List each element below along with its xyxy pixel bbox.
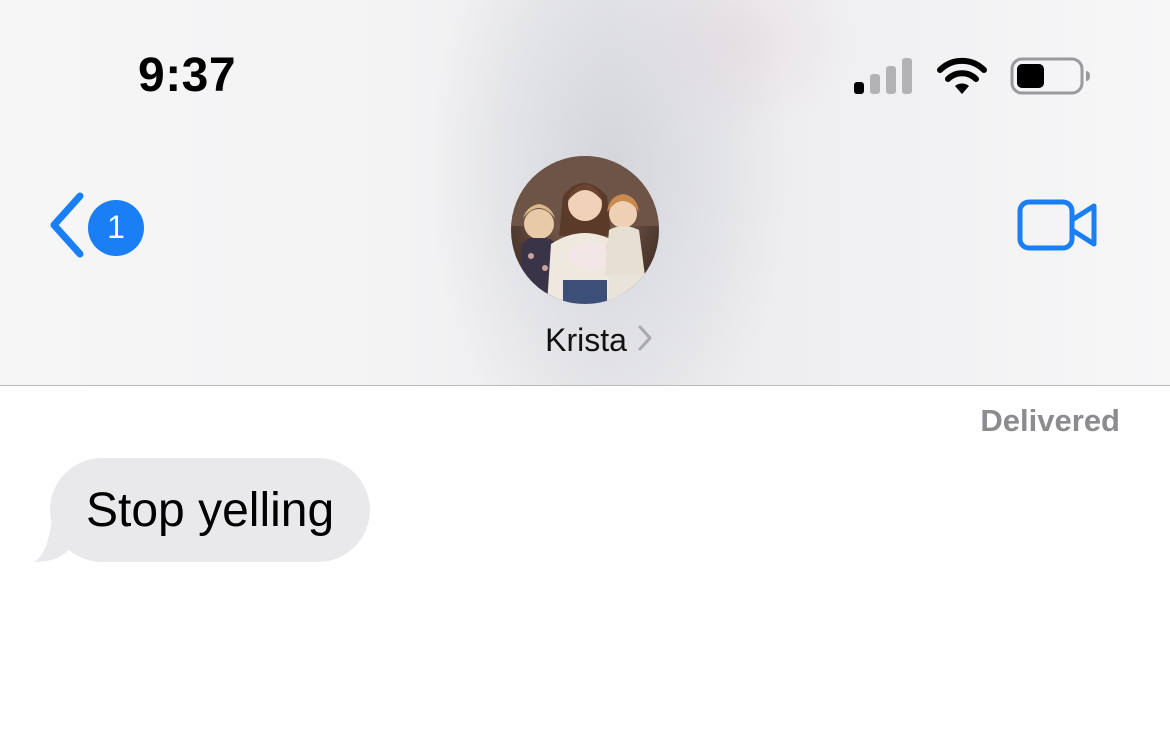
contact-name: Krista — [545, 322, 627, 358]
conversation-header: 9:37 1 Krista — [0, 0, 1170, 386]
status-icons — [854, 56, 1092, 101]
cellular-signal-icon — [854, 56, 914, 101]
chevron-right-icon — [637, 324, 653, 357]
incoming-message-bubble[interactable]: Stop yelling — [50, 458, 371, 562]
chevron-left-icon — [48, 192, 86, 263]
video-camera-icon — [1017, 199, 1099, 256]
status-time: 9:37 — [138, 49, 237, 102]
messages-screen: 9:37 1 Krista Delivered Stop yelling — [0, 0, 1170, 740]
message-text: Stop yelling — [86, 483, 335, 537]
contact-name-button[interactable]: Krista — [0, 322, 1170, 359]
wifi-icon — [936, 56, 988, 101]
contact-avatar[interactable] — [511, 156, 659, 304]
back-button[interactable]: 1 — [48, 192, 144, 263]
facetime-video-button[interactable] — [1017, 198, 1099, 257]
delivery-status: Delivered — [980, 403, 1120, 438]
unread-count-badge: 1 — [88, 199, 144, 256]
battery-icon — [1010, 56, 1092, 101]
